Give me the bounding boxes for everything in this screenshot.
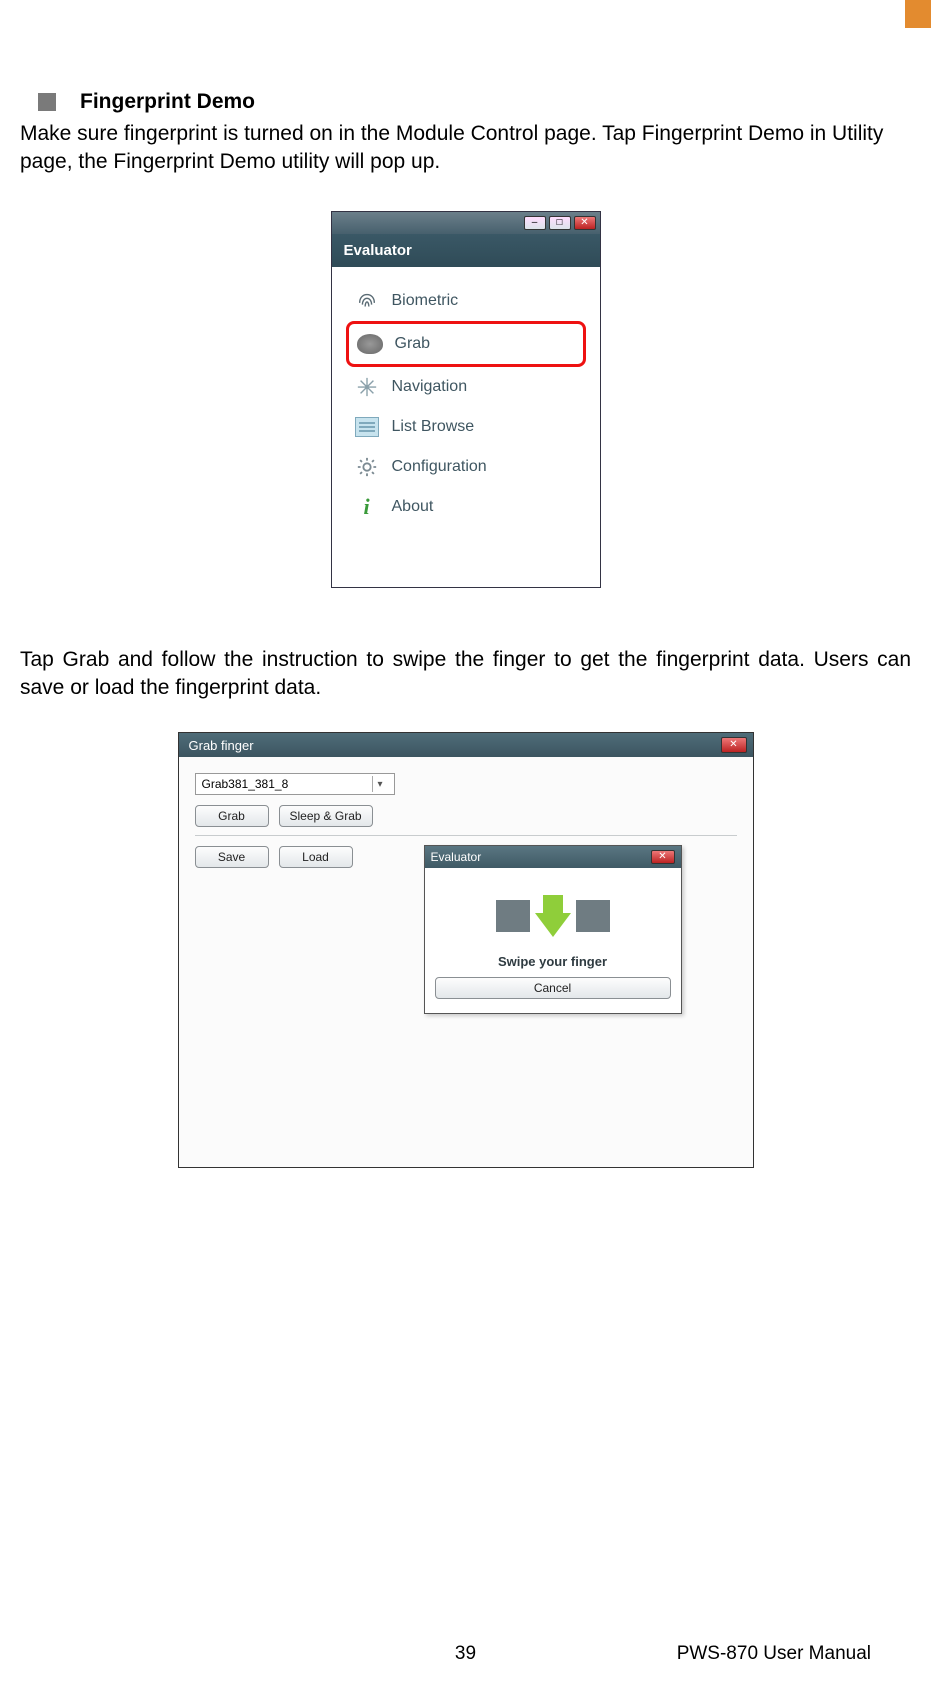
menu-label: List Browse	[392, 418, 475, 436]
grab-window-title: Grab finger	[185, 738, 254, 753]
evaluator-titlebar: – ☐ ✕	[332, 212, 600, 234]
swipe-scanner-graphic	[435, 892, 671, 940]
minimize-button[interactable]: –	[524, 216, 546, 230]
gear-icon	[354, 454, 380, 480]
section-heading: Fingerprint Demo	[38, 90, 911, 114]
grab-mode-combo[interactable]: Grab381_381_8 ▾	[195, 773, 395, 795]
load-button[interactable]: Load	[279, 846, 353, 868]
scanner-right-icon	[576, 900, 610, 932]
paragraph-grab-instructions: Tap Grab and follow the instruction to s…	[20, 646, 911, 703]
list-icon	[354, 414, 380, 440]
figure-grab-finger: Grab finger ✕ Grab381_381_8 ▾ Grab Sleep…	[20, 732, 911, 1168]
menu-item-list-browse[interactable]: List Browse	[346, 407, 586, 447]
menu-label: Navigation	[392, 378, 468, 396]
sleep-grab-button[interactable]: Sleep & Grab	[279, 805, 373, 827]
menu-label: About	[392, 498, 434, 516]
menu-label: Configuration	[392, 458, 487, 476]
swipe-prompt: Swipe your finger	[435, 954, 671, 969]
swipe-dialog-body: Swipe your finger Cancel	[425, 868, 681, 1013]
menu-item-grab[interactable]: Grab	[346, 321, 586, 367]
info-icon: i	[354, 494, 380, 520]
grab-button-row-1: Grab Sleep & Grab	[195, 805, 737, 827]
evaluator-menu: Biometric Grab Navigation List Browse	[332, 267, 600, 587]
menu-item-configuration[interactable]: Configuration	[346, 447, 586, 487]
combo-value: Grab381_381_8	[202, 777, 289, 791]
close-button[interactable]: ✕	[574, 216, 596, 230]
fingerprint-icon	[354, 288, 380, 314]
scanner-left-icon	[496, 900, 530, 932]
menu-label: Grab	[395, 335, 431, 353]
save-button[interactable]: Save	[195, 846, 269, 868]
evaluator-header: Evaluator	[332, 234, 600, 267]
divider	[195, 835, 737, 836]
navigation-icon	[354, 374, 380, 400]
paragraph-intro: Make sure fingerprint is turned on in th…	[20, 120, 911, 177]
cancel-button[interactable]: Cancel	[435, 977, 671, 999]
section-title: Fingerprint Demo	[80, 90, 255, 114]
grab-window-body: Grab381_381_8 ▾ Grab Sleep & Grab Save L…	[179, 757, 753, 1167]
menu-item-navigation[interactable]: Navigation	[346, 367, 586, 407]
close-button[interactable]: ✕	[651, 850, 675, 864]
swipe-dialog-titlebar: Evaluator ✕	[425, 846, 681, 868]
swipe-arrow-icon	[530, 892, 576, 940]
swipe-dialog: Evaluator ✕	[424, 845, 682, 1014]
page-content: Fingerprint Demo Make sure fingerprint i…	[0, 0, 931, 1168]
maximize-button[interactable]: ☐	[549, 216, 571, 230]
grab-finger-window: Grab finger ✕ Grab381_381_8 ▾ Grab Sleep…	[178, 732, 754, 1168]
section-bullet-icon	[38, 93, 56, 111]
fingerprint-grab-icon	[357, 331, 383, 357]
grab-button[interactable]: Grab	[195, 805, 269, 827]
menu-label: Biometric	[392, 292, 459, 310]
close-button[interactable]: ✕	[721, 737, 747, 753]
chevron-down-icon: ▾	[372, 776, 388, 792]
grab-titlebar: Grab finger ✕	[179, 733, 753, 757]
evaluator-window: – ☐ ✕ Evaluator Biometric Grab	[331, 211, 601, 588]
page-number: 39	[455, 1643, 476, 1665]
swipe-dialog-title: Evaluator	[431, 850, 482, 864]
manual-title: PWS-870 User Manual	[677, 1643, 871, 1665]
menu-item-biometric[interactable]: Biometric	[346, 281, 586, 321]
figure-evaluator: – ☐ ✕ Evaluator Biometric Grab	[20, 211, 911, 588]
menu-item-about[interactable]: i About	[346, 487, 586, 527]
page-edge-tab	[905, 0, 931, 28]
